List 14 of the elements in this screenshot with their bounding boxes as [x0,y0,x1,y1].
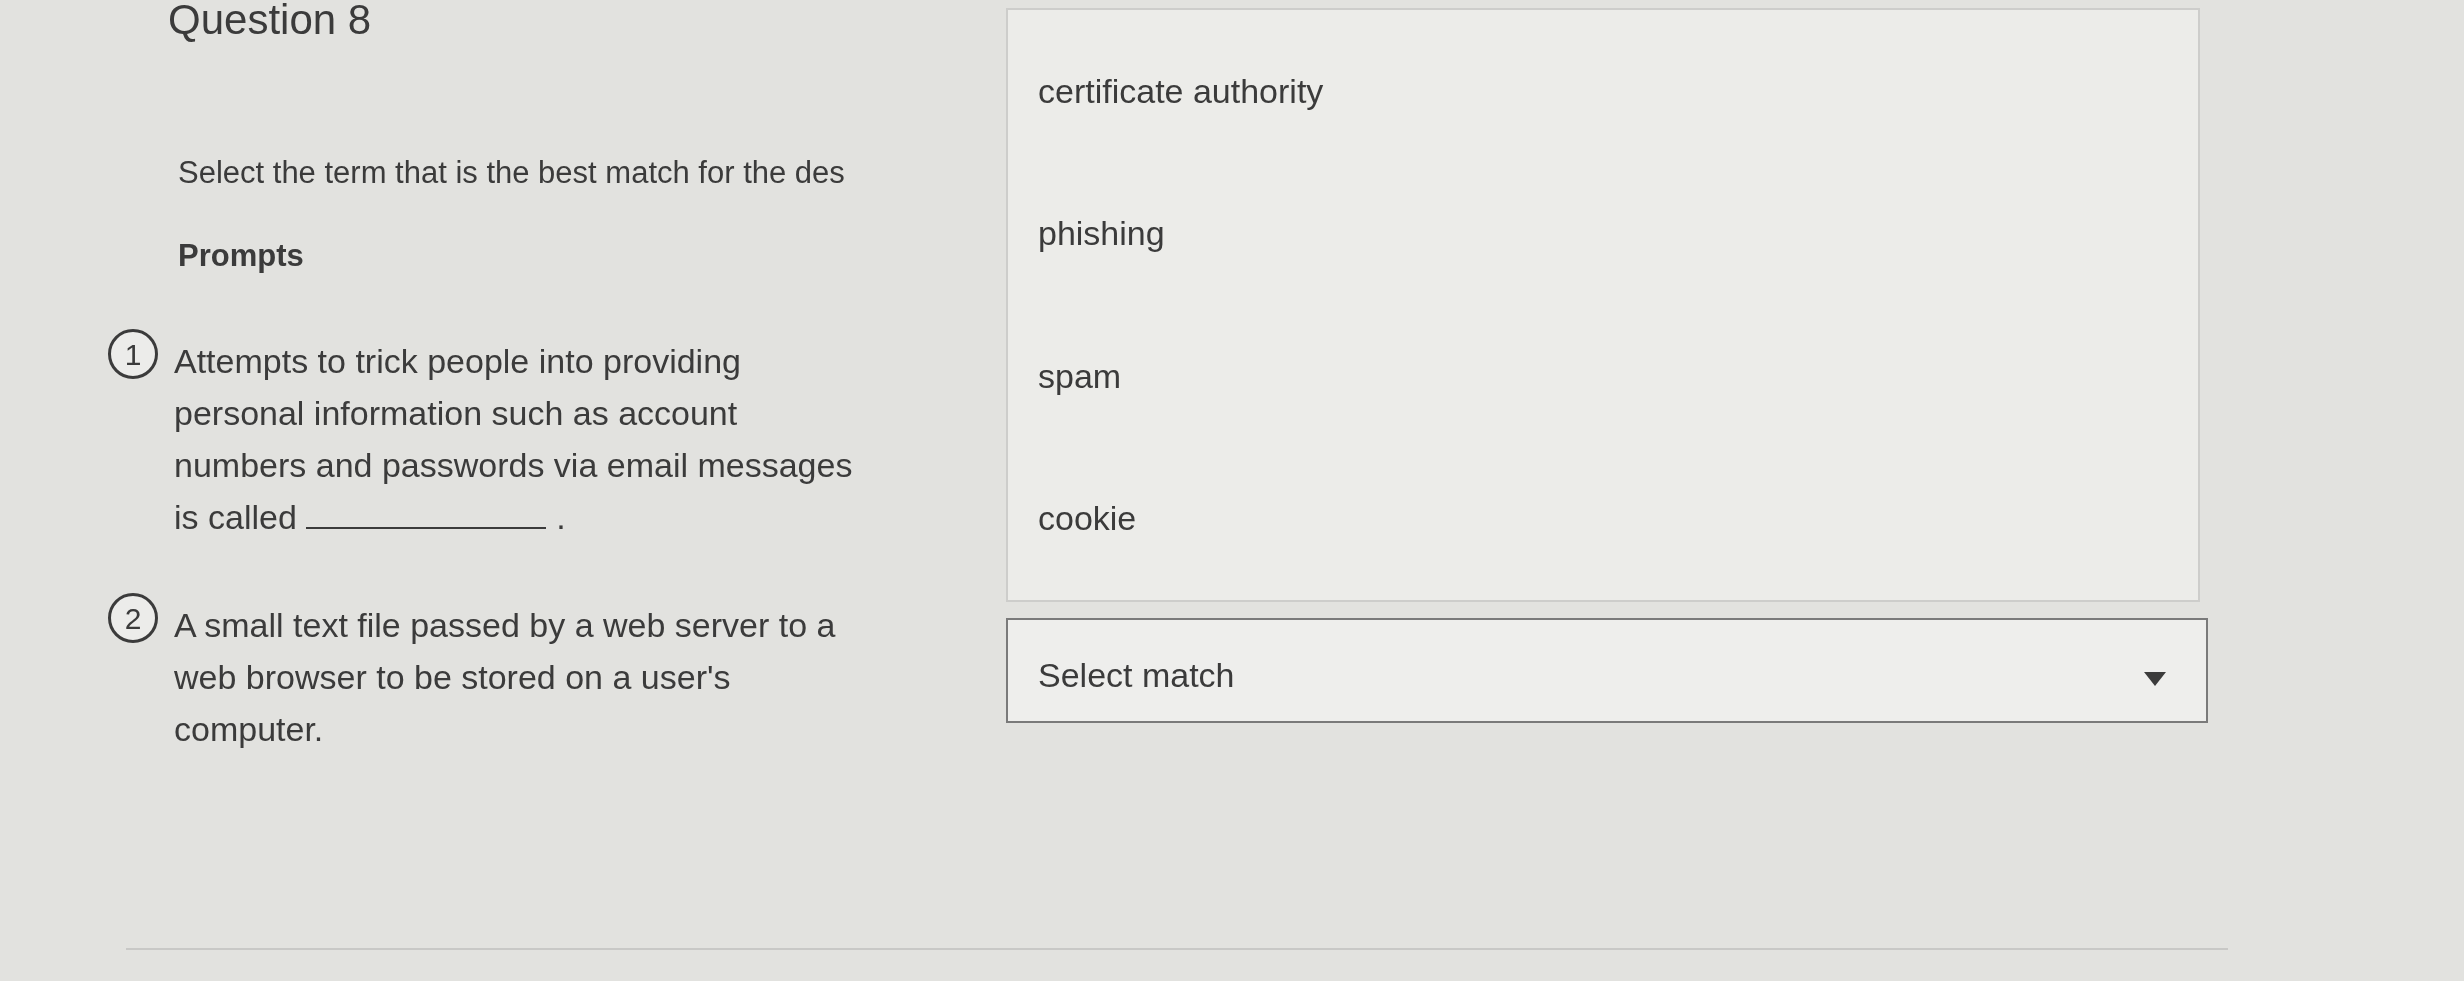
option-item[interactable]: cookie [1038,493,1137,545]
prompt-text: Attempts to trick people into providing personal information such as account numbers and passwords via email messages is called . [174,341,854,538]
option-item[interactable]: spam [1038,350,1122,402]
match-select[interactable]: Select match [1006,618,2208,723]
number-badge: 2 [108,593,158,643]
caret-icon [2144,672,2166,686]
prompt-text: A small text file passed by a web server to a web browser to be stored on a user's computer. [174,605,837,750]
number-badge: 1 [108,329,158,379]
option-item[interactable]: certificate authority [1038,65,1324,117]
question-title: Question 8 [168,0,372,40]
prompts-label: Prompts [178,236,304,275]
blank-period: . [556,498,566,536]
option-item[interactable]: phishing [1038,208,1165,260]
instruction-text: Select the term that is the best match for the des [178,154,845,192]
